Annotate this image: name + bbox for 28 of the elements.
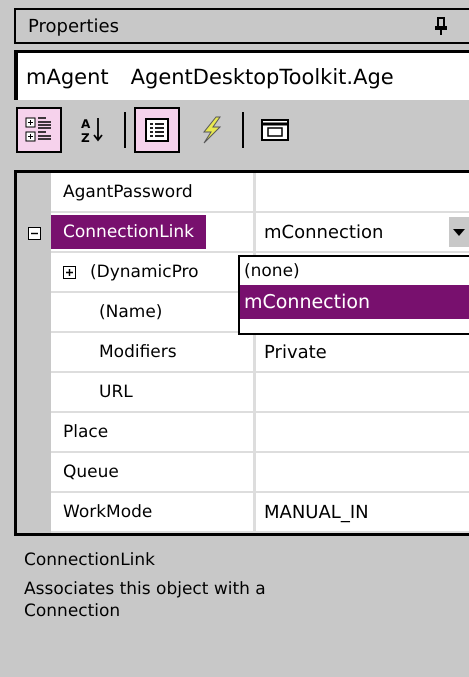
object-type: AgentDesktopToolkit.Age — [130, 64, 394, 88]
pin-icon[interactable] — [435, 17, 447, 35]
dropdown-option[interactable]: (none) — [240, 257, 469, 285]
property-pages-icon — [261, 118, 289, 142]
value-cell[interactable]: mConnection — [256, 213, 469, 253]
panel-title: Properties — [28, 16, 119, 36]
expand-icon[interactable] — [63, 266, 76, 278]
property-list-icon — [144, 117, 170, 143]
property-name[interactable]: ConnectionLink — [51, 215, 206, 249]
alphabetical-button[interactable]: A Z — [70, 107, 116, 153]
categorized-button[interactable] — [16, 107, 62, 153]
value-cell[interactable] — [256, 453, 469, 493]
value-cell[interactable]: Private — [256, 333, 469, 373]
value-cell[interactable] — [256, 413, 469, 453]
dropdown-option[interactable]: mConnection — [240, 285, 469, 319]
property-name[interactable]: URL — [93, 377, 139, 407]
property-value[interactable]: Private — [264, 342, 327, 362]
property-value[interactable]: mConnection — [264, 222, 384, 242]
value-cell[interactable]: MANUAL_IN — [256, 493, 469, 533]
description-text: Associates this object with a Connection — [24, 578, 267, 622]
property-value[interactable]: MANUAL_IN — [264, 502, 369, 522]
properties-button[interactable] — [134, 107, 180, 153]
description-title: ConnectionLink — [24, 550, 156, 570]
value-cell[interactable] — [256, 373, 469, 413]
object-selector[interactable]: mAgent AgentDesktopToolkit.Age — [14, 50, 469, 100]
collapse-icon[interactable] — [28, 226, 40, 240]
object-name: mAgent — [26, 64, 109, 88]
value-cell[interactable] — [256, 173, 469, 213]
